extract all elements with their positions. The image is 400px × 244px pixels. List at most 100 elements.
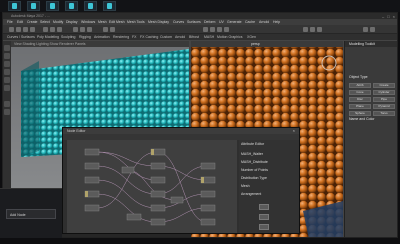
shelf-tool-icon[interactable] [80,27,85,32]
maya-app-icon[interactable] [8,1,21,11]
move-tool-icon[interactable] [4,69,10,75]
attr-row[interactable]: Distribution Type [241,176,267,180]
shelf-tool-icon[interactable] [310,27,315,32]
object-type-button[interactable]: Cone [349,90,371,95]
shelf-tool-icon[interactable] [303,27,308,32]
object-type-button[interactable]: Create [373,83,395,88]
object-type-button[interactable]: Plane [349,104,371,109]
shelf-tool-icon[interactable] [370,27,375,32]
attr-row[interactable]: Arrangement [241,192,261,196]
layout-icon[interactable] [4,109,10,115]
menu-item[interactable]: Mesh Tools [127,20,145,24]
shelf-tab[interactable]: Arnold [175,35,185,39]
object-type-button[interactable]: Disc [349,97,371,102]
lasso-tool-icon[interactable] [4,53,10,59]
menu-item[interactable]: Surfaces [187,20,201,24]
attribute-editor-pane: Attribute Editor MASH_Waiter MASH_Distri… [239,140,299,233]
shelf-tool-icon[interactable] [103,27,108,32]
menu-item[interactable]: Generate [227,20,242,24]
maya-app-icon[interactable] [46,1,59,11]
shelf-tool-icon[interactable] [50,27,55,32]
shelf-tab[interactable]: Rendering [113,35,129,39]
shelf-tool-icon[interactable] [363,27,368,32]
shelf-tool-icon[interactable] [30,27,35,32]
shelf-tool-icon[interactable] [217,27,222,32]
object-type-button[interactable]: Pipe [373,97,395,102]
shelf-tool-icon[interactable] [203,27,208,32]
shelf-tool-icon[interactable] [317,27,322,32]
object-type-button[interactable]: Attrib [349,83,371,88]
menu-item[interactable]: Mesh [98,20,107,24]
shelf-tab[interactable]: MASH [204,35,214,39]
shelf-tab[interactable]: Bifrost [189,35,199,39]
node-graph [84,148,216,226]
shelf-tab[interactable]: XGen [247,35,256,39]
add-node-button[interactable]: Add Node [6,209,56,219]
menu-item[interactable]: Help [273,20,280,24]
layout-icon[interactable] [4,101,10,107]
attr-swatch[interactable] [259,204,269,210]
menu-item[interactable]: Windows [81,20,95,24]
close-icon[interactable]: × [293,128,295,133]
shelf-tab[interactable]: Custom [160,35,172,39]
select-tool-icon[interactable] [4,45,10,51]
menu-item[interactable]: Create [27,20,38,24]
menu-item[interactable]: Arnold [259,20,269,24]
attr-row[interactable]: Number of Points [241,168,268,172]
shelf-tab[interactable]: Curves / Surfaces [7,35,35,39]
shelf-tab[interactable]: FX [132,35,136,39]
attr-swatch[interactable] [259,214,269,220]
maya-app-icon[interactable] [27,1,40,11]
attr-row[interactable]: Mesh [241,184,250,188]
object-type-button[interactable]: Torus [373,111,395,116]
menu-item[interactable]: Mesh Display [148,20,169,24]
shelf-tool-icon[interactable] [9,27,14,32]
menu-item[interactable]: File [7,20,13,24]
shelf-tool-icon[interactable] [57,27,62,32]
shelf-tab[interactable]: Sculpting [61,35,75,39]
object-type-button[interactable]: Pyramid [373,104,395,109]
shelf-tool-icon[interactable] [23,27,28,32]
menu-item[interactable]: Display [66,20,77,24]
panel-header: Modelling Toolkit [345,41,397,47]
maya-app-icon[interactable] [84,1,97,11]
shelf-tool-icon[interactable] [110,27,115,32]
maya-app-icon[interactable] [103,1,116,11]
menu-item[interactable]: Curves [173,20,184,24]
paint-tool-icon[interactable] [4,61,10,67]
attr-row[interactable]: MASH_Distribute [241,160,268,164]
rotate-tool-icon[interactable] [4,77,10,83]
object-type-button[interactable]: Sphere [349,111,371,116]
name-color-title: Name and Color [349,117,375,121]
menu-item[interactable]: Edit [17,20,23,24]
maya-app-icon[interactable] [65,1,78,11]
attr-swatch[interactable] [259,224,269,230]
menu-item[interactable]: Cache [245,20,255,24]
scale-tool-icon[interactable] [4,85,10,91]
shelf-tool-icon[interactable] [73,27,78,32]
attr-row[interactable]: MASH_Waiter [241,152,263,156]
node-graph-canvas[interactable] [67,140,237,233]
object-type-button[interactable]: Cylinder [373,90,395,95]
shelf-tab[interactable]: Motion Graphics [217,35,242,39]
object-type-grid: Attrib Create Cone Cylinder Disc Pipe Pl… [349,83,395,116]
add-node-label: Add Node [10,213,26,217]
shelf-tool-icon[interactable] [224,27,229,32]
lower-left-panel: Add Node [0,188,62,238]
menu-item[interactable]: Select [40,20,50,24]
shelf-tab[interactable]: Rigging [79,35,91,39]
window-title: Autodesk Maya 2017 - ... [11,14,50,18]
menu-item[interactable]: Deform [204,20,215,24]
shelf-tool-icon[interactable] [16,27,21,32]
shelf-tab[interactable]: Animation [94,35,110,39]
menu-item[interactable]: Edit Mesh [109,20,125,24]
shelf-tool-icon[interactable] [210,27,215,32]
shelf-tab[interactable]: FX Caching [140,35,158,39]
menu-item[interactable]: UV [219,20,224,24]
shelf-tab[interactable]: Poly Modeling [37,35,59,39]
shelf-tool-icon[interactable] [87,27,92,32]
modelling-toolkit-panel: Modelling Toolkit Object Type Attrib Cre… [344,41,397,237]
shelf-tabs: Curves / Surfaces Poly Modeling Sculptin… [3,34,397,40]
shelf-tool-icon[interactable] [43,27,48,32]
menu-item[interactable]: Modify [53,20,63,24]
